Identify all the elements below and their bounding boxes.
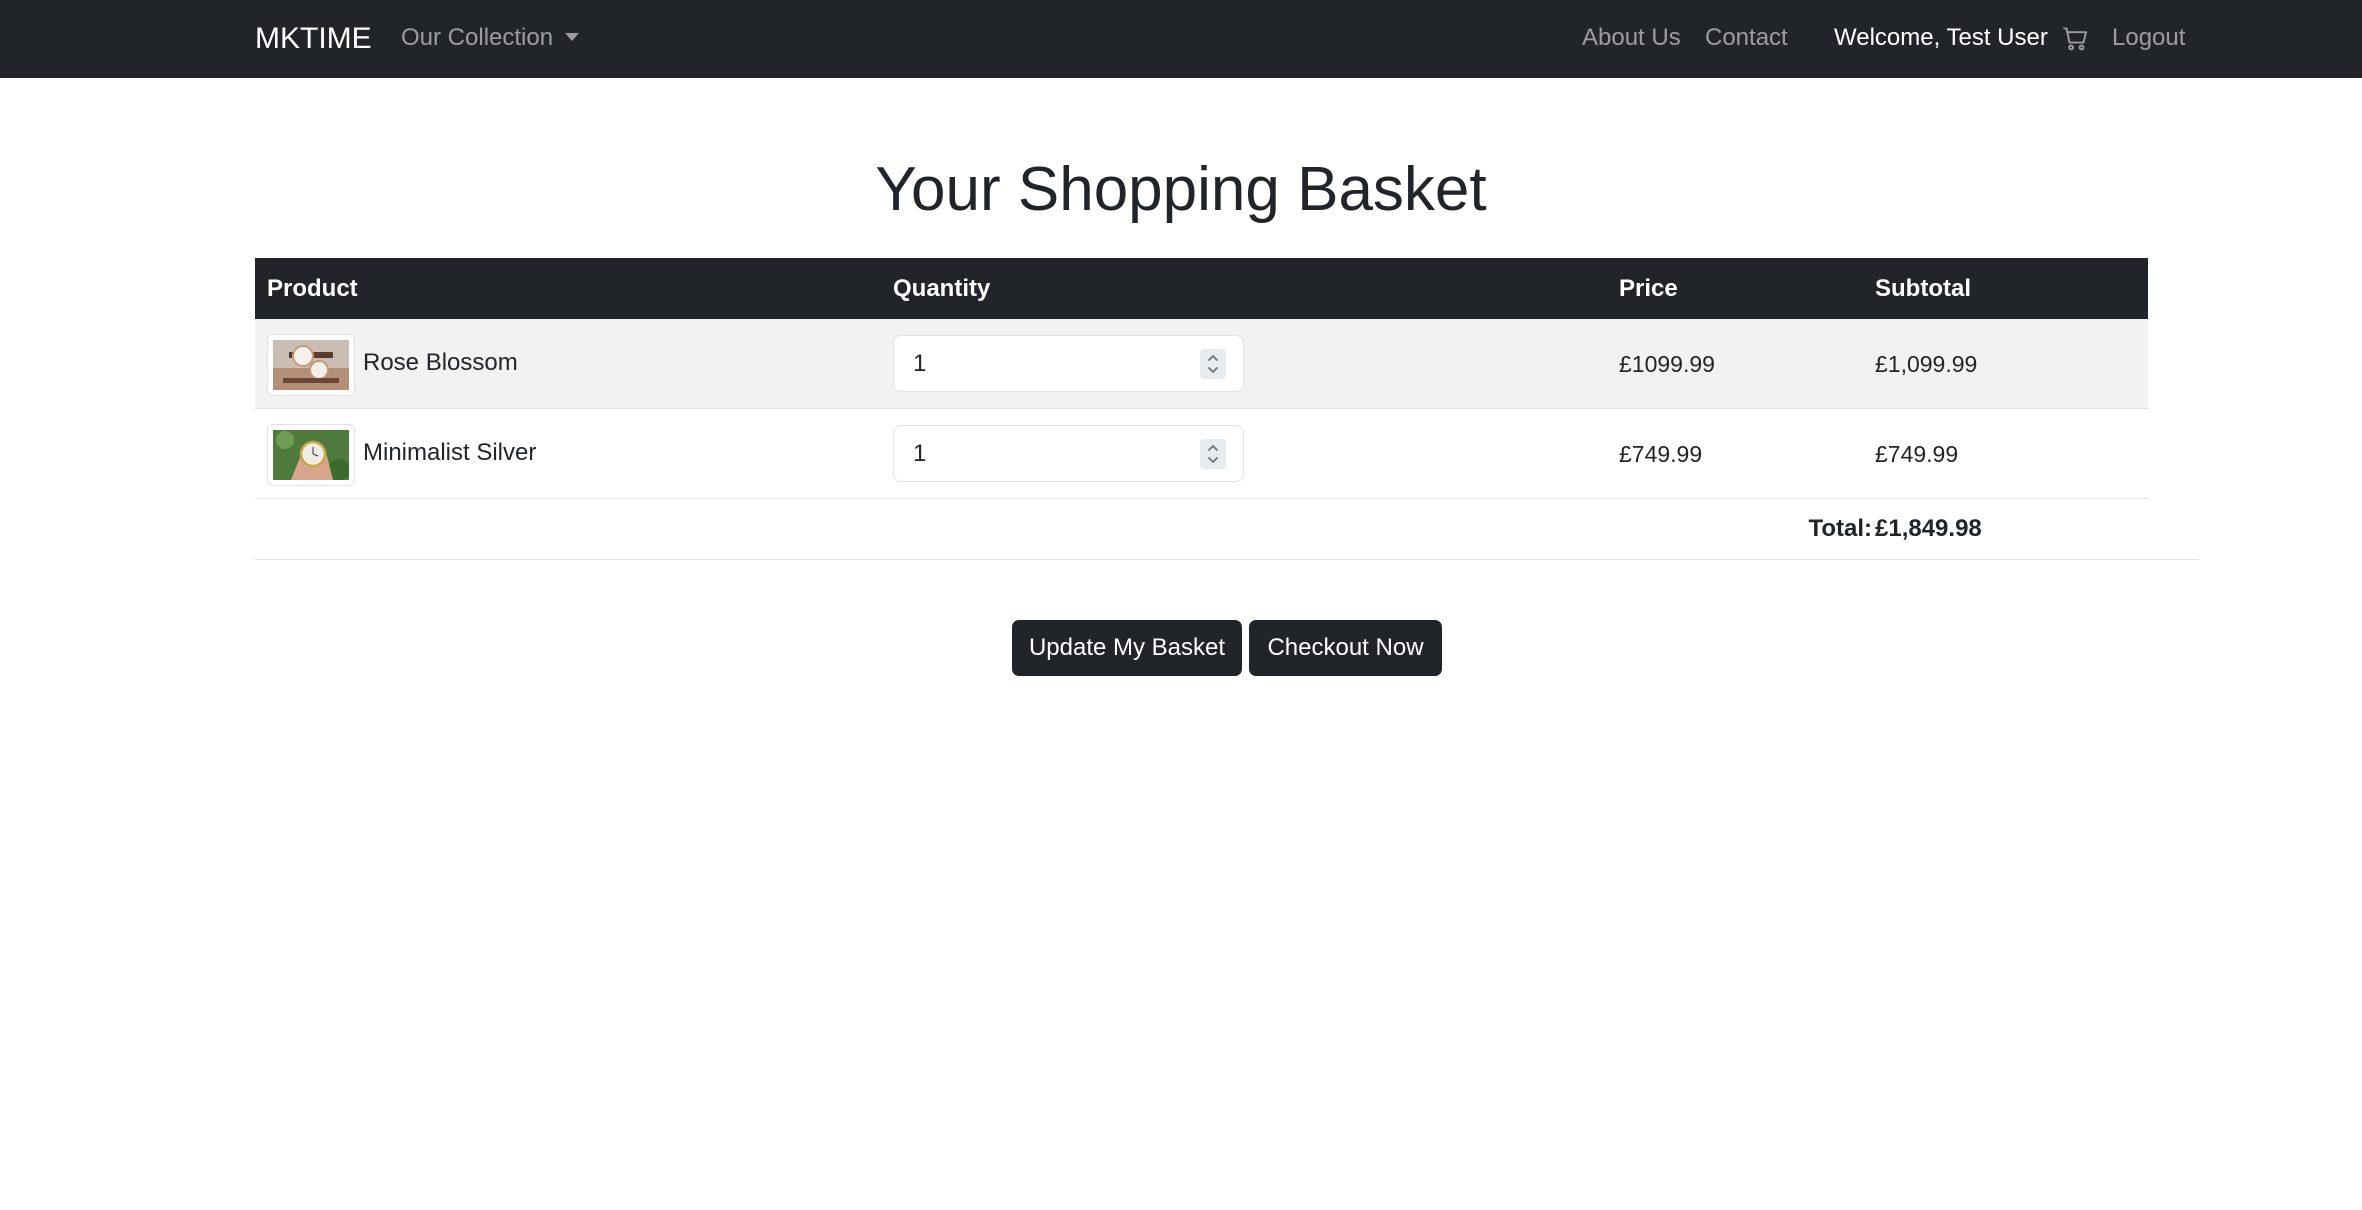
table-row: Minimalist Silver 1 £749.99 £749.99 bbox=[255, 409, 2148, 499]
total-row: Total: £1,849.98 bbox=[255, 498, 2199, 560]
quantity-value: 1 bbox=[913, 440, 927, 467]
nav-contact[interactable]: Contact bbox=[1705, 0, 1788, 78]
welcome-text: Welcome, Test User bbox=[1834, 24, 2048, 51]
checkout-button[interactable]: Checkout Now bbox=[1249, 620, 1442, 676]
brand-logo[interactable]: MKTIME bbox=[255, 0, 372, 78]
subtotal-cell: £749.99 bbox=[1875, 441, 1959, 467]
our-collection-label: Our Collection bbox=[401, 24, 554, 51]
subtotal-cell: £1,099.99 bbox=[1875, 351, 1978, 377]
table-row: Rose Blossom 1 £1099.99 £1,099.99 bbox=[255, 319, 2148, 409]
nav-about-us[interactable]: About Us bbox=[1582, 0, 1681, 78]
total-label: Total: bbox=[1808, 515, 1872, 542]
quantity-stepper[interactable]: 1 bbox=[893, 335, 1244, 392]
top-navbar: MKTIME Our Collection About Us Contact W… bbox=[0, 0, 2362, 78]
our-collection-dropdown[interactable]: Our Collection bbox=[401, 0, 580, 78]
price-cell: £749.99 bbox=[1619, 441, 1703, 467]
header-subtotal: Subtotal bbox=[1875, 275, 1971, 302]
page-title: Your Shopping Basket bbox=[875, 155, 1487, 224]
caret-down-icon bbox=[565, 33, 580, 42]
header-price: Price bbox=[1619, 275, 1678, 302]
product-name[interactable]: Rose Blossom bbox=[363, 319, 518, 409]
header-product: Product bbox=[267, 275, 358, 302]
price-cell: £1099.99 bbox=[1619, 351, 1715, 377]
product-name[interactable]: Minimalist Silver bbox=[363, 409, 536, 499]
watch-image bbox=[273, 340, 349, 390]
table-header: Product Quantity Price Subtotal bbox=[255, 258, 2148, 319]
total-value: £1,849.98 bbox=[1875, 515, 1982, 542]
update-basket-button[interactable]: Update My Basket bbox=[1012, 620, 1242, 676]
minimalist-silver-watch-thumbnail bbox=[267, 424, 355, 486]
quantity-stepper[interactable]: 1 bbox=[893, 425, 1244, 482]
watch-image bbox=[273, 430, 349, 480]
rose-blossom-watch-thumbnail bbox=[267, 334, 355, 396]
quantity-value: 1 bbox=[913, 350, 927, 377]
cart-icon[interactable] bbox=[2062, 26, 2088, 52]
spinner-arrows-icon[interactable] bbox=[1200, 439, 1226, 469]
spinner-arrows-icon[interactable] bbox=[1200, 349, 1226, 379]
nav-logout[interactable]: Logout bbox=[2112, 0, 2185, 78]
header-quantity: Quantity bbox=[893, 275, 991, 302]
